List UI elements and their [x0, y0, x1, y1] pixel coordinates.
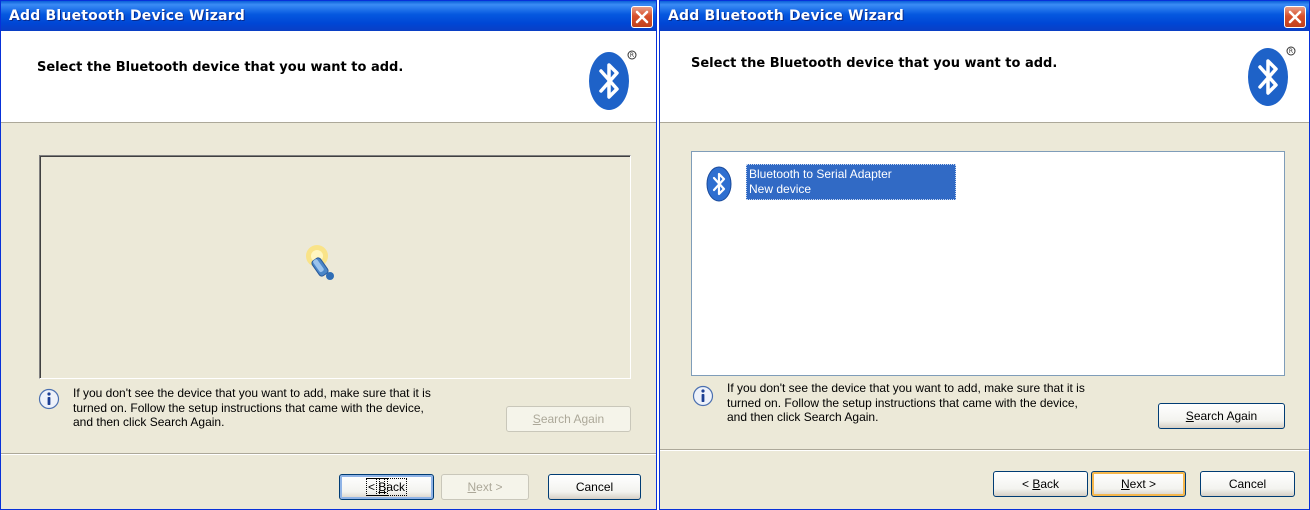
next-button[interactable]: Next >	[441, 474, 529, 500]
next-button[interactable]: Next >	[1091, 471, 1186, 497]
window-title: Add Bluetooth Device Wizard	[9, 8, 246, 24]
device-list[interactable]: Bluetooth to Serial Adapter New device	[691, 151, 1285, 376]
close-icon	[1288, 10, 1302, 24]
device-status: New device	[749, 182, 812, 196]
svg-text:R: R	[1289, 48, 1293, 55]
info-text: If you don't see the device that you wan…	[73, 386, 431, 429]
info-text: If you don't see the device that you wan…	[727, 381, 1085, 424]
close-button[interactable]	[1284, 6, 1306, 28]
close-icon	[635, 10, 649, 24]
title-bar[interactable]: Add Bluetooth Device Wizard	[1, 1, 656, 31]
close-button[interactable]	[631, 6, 653, 28]
search-again-button[interactable]: Search Again	[1158, 403, 1285, 429]
window-title: Add Bluetooth Device Wizard	[668, 8, 905, 24]
device-label-selected[interactable]: Bluetooth to Serial Adapter New device	[746, 164, 956, 200]
device-list-searching	[39, 155, 631, 379]
bluetooth-logo-icon: R	[589, 50, 637, 110]
cancel-button[interactable]: Cancel	[1200, 471, 1295, 497]
header-title: Select the Bluetooth device that you wan…	[691, 56, 1058, 71]
searching-flashlight-icon	[306, 245, 334, 280]
wizard-header: Select the Bluetooth device that you wan…	[1, 31, 656, 123]
header-title: Select the Bluetooth device that you wan…	[37, 60, 404, 75]
wizard-window-found: Add Bluetooth Device Wizard Select the B…	[659, 0, 1310, 510]
bottom-divider	[660, 449, 1309, 451]
bluetooth-logo-icon: R	[1248, 46, 1296, 106]
device-name: Bluetooth to Serial Adapter	[749, 167, 892, 181]
back-button[interactable]: < Back	[993, 471, 1088, 497]
wizard-header: Select the Bluetooth device that you wan…	[660, 31, 1309, 123]
bluetooth-device-icon	[706, 166, 732, 202]
list-item[interactable]: Bluetooth to Serial Adapter New device	[704, 164, 956, 202]
svg-text:R: R	[630, 52, 634, 59]
bottom-divider	[1, 453, 656, 455]
info-icon	[38, 388, 60, 410]
wizard-window-searching: Add Bluetooth Device Wizard Select the B…	[0, 0, 657, 510]
title-bar[interactable]: Add Bluetooth Device Wizard	[660, 1, 1309, 31]
back-button[interactable]: < Back	[339, 474, 434, 500]
cancel-button[interactable]: Cancel	[548, 474, 641, 500]
search-again-button[interactable]: Search Again	[506, 406, 631, 432]
info-icon	[692, 385, 714, 407]
